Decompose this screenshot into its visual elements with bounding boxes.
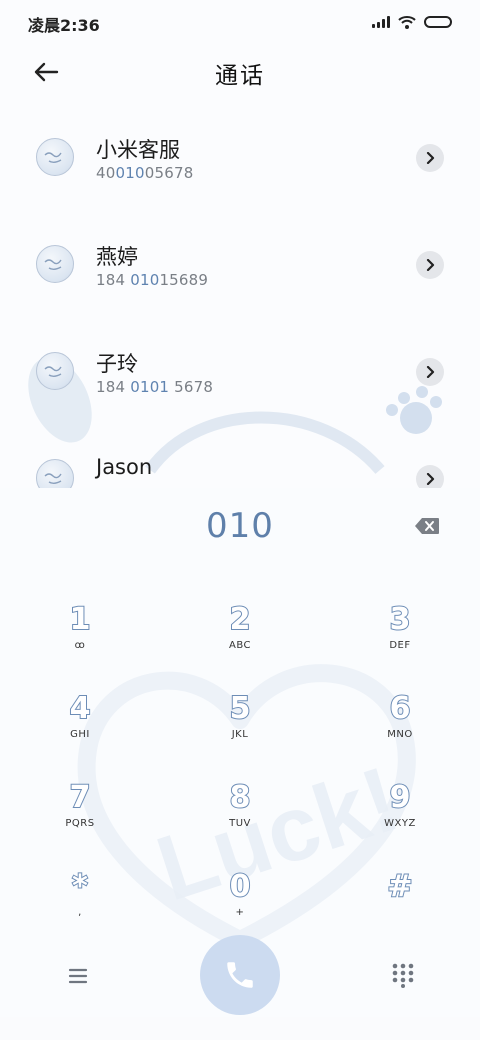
key-letters: WXYZ: [384, 818, 416, 829]
voicemail-icon: ꝏ: [74, 640, 86, 651]
battery-icon: [424, 16, 452, 28]
key-digit: 1: [69, 601, 92, 638]
contact-list[interactable]: 小米客服 4001005678 燕婷 184 01015689 子玲 184 0…: [0, 110, 480, 488]
key-6[interactable]: 6 MNO: [340, 690, 460, 771]
status-icons: [372, 12, 452, 32]
contact-number: 184 0101 5678: [96, 378, 214, 396]
key-digit: 4: [69, 690, 92, 727]
key-letters: MNO: [387, 729, 413, 740]
menu-button[interactable]: [66, 964, 90, 988]
key-letters: ABC: [228, 640, 251, 651]
key-2[interactable]: 2 ABC: [180, 601, 300, 682]
menu-icon: [68, 968, 88, 984]
header: 通话: [0, 44, 480, 100]
backspace-button[interactable]: [412, 514, 442, 538]
contact-detail-button[interactable]: [416, 465, 444, 488]
key-digit: 8: [229, 779, 252, 816]
page-title: 通话: [215, 63, 265, 89]
contact-name: 燕婷: [96, 245, 138, 269]
contact-name: Jason: [96, 455, 153, 479]
contact-name: 子玲: [96, 352, 138, 376]
key-3[interactable]: 3 DEF: [340, 601, 460, 682]
backspace-icon: [415, 518, 439, 534]
key-digit: 9: [389, 779, 412, 816]
key-letters: DEF: [389, 640, 411, 651]
key-1[interactable]: 1ꝏ: [20, 601, 140, 682]
key-digit: 7: [69, 779, 92, 816]
contact-detail-button[interactable]: [416, 251, 444, 279]
key-digit: *: [71, 868, 89, 905]
key-digit: 0: [229, 868, 252, 905]
status-time: 凌晨2:36: [28, 16, 100, 35]
contact-row[interactable]: 小米客服 4001005678: [0, 110, 480, 200]
key-8[interactable]: 8 TUV: [180, 779, 300, 860]
key-5[interactable]: 5 JKL: [180, 690, 300, 771]
chevron-right-icon: [426, 473, 435, 485]
contact-detail-button[interactable]: [416, 144, 444, 172]
avatar: [36, 245, 74, 283]
wifi-icon: [398, 16, 416, 29]
contact-row[interactable]: Jason: [0, 431, 480, 488]
chevron-right-icon: [426, 366, 435, 378]
contact-row[interactable]: 燕婷 184 01015689: [0, 217, 480, 307]
key-digit: 3: [389, 601, 412, 638]
key-9[interactable]: 9 WXYZ: [340, 779, 460, 860]
contact-number: 4001005678: [96, 164, 194, 182]
contact-row[interactable]: 子玲 184 0101 5678: [0, 324, 480, 414]
dialer-panel: 010 1ꝏ 2 ABC 3 DEF 4 GHI 5 JKL 6 MNO 7 PQRS 8T…: [0, 488, 480, 1040]
key-letters: +: [235, 907, 245, 918]
dialpad-toggle-button[interactable]: [390, 962, 416, 988]
avatar: [36, 459, 74, 488]
key-letters: GHI: [70, 729, 90, 740]
signal-icon: [372, 16, 390, 28]
contact-detail-button[interactable]: [416, 358, 444, 386]
avatar: [36, 138, 74, 176]
key-digit: 6: [389, 690, 412, 727]
contact-number: 184 01015689: [96, 271, 209, 289]
dial-number-display[interactable]: 010: [0, 506, 480, 546]
key-7[interactable]: 7 PQRS: [20, 779, 140, 860]
phone-icon: [227, 962, 253, 988]
call-button[interactable]: [200, 935, 280, 1015]
key-letters: PQRS: [65, 818, 95, 829]
key-digit: 5: [229, 690, 252, 727]
dialpad-icon: [392, 963, 414, 988]
chevron-right-icon: [426, 152, 435, 164]
key-letters: TUV: [229, 818, 251, 829]
key-digit: 2: [229, 601, 252, 638]
contact-name: 小米客服: [96, 138, 180, 162]
key-letters: JKL: [231, 729, 249, 740]
key-4[interactable]: 4 GHI: [20, 690, 140, 771]
key-star[interactable]: *,: [20, 868, 140, 949]
status-bar: 凌晨2:36: [0, 0, 480, 44]
chevron-right-icon: [426, 259, 435, 271]
key-letters: ,: [78, 907, 82, 918]
avatar: [36, 352, 74, 390]
key-hash[interactable]: #: [340, 868, 460, 949]
key-digit: #: [386, 868, 413, 905]
